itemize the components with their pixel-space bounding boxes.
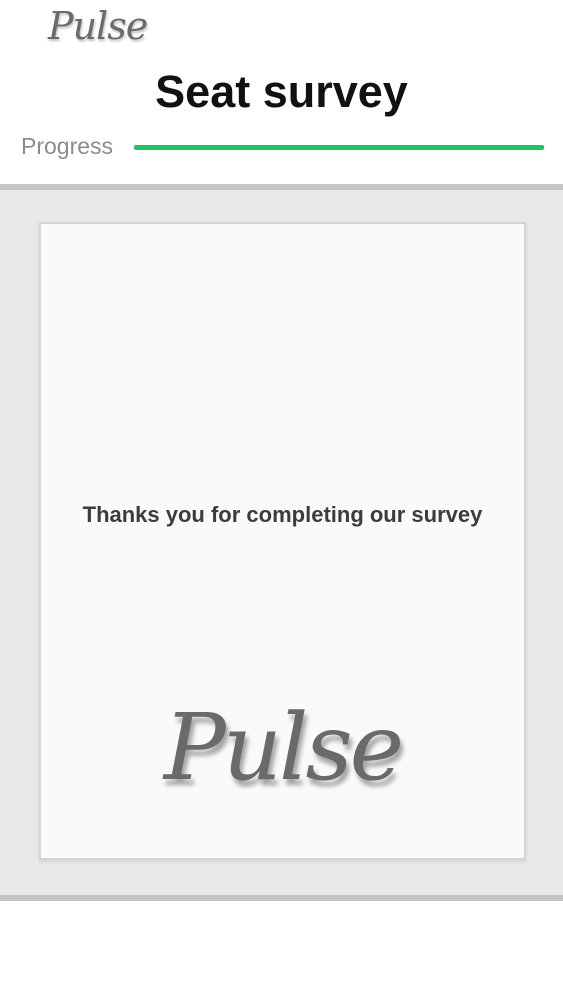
header: Pulse Seat survey Progress xyxy=(0,0,563,184)
progress-bar-fill xyxy=(134,145,544,150)
progress-label: Progress xyxy=(21,133,114,159)
completion-message: Thanks you for completing our survey xyxy=(82,502,483,527)
page-title: Seat survey xyxy=(155,66,408,117)
progress-bar xyxy=(134,145,544,150)
completion-card: Thanks you for completing our survey Pul… xyxy=(39,222,526,860)
footer xyxy=(0,901,563,1000)
pulse-logo: Pulse xyxy=(48,4,148,48)
pulse-logo-large: Pulse xyxy=(163,694,404,801)
